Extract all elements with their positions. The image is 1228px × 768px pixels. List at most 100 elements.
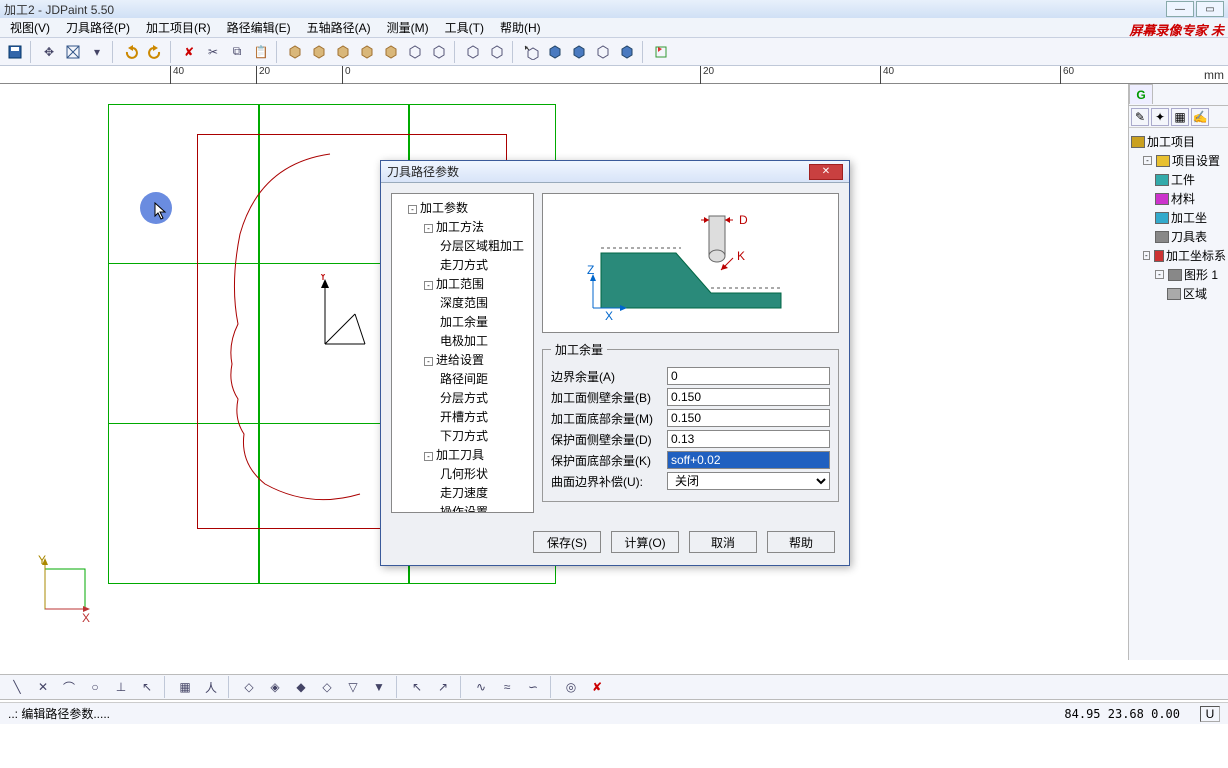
wirebox2-icon[interactable] — [428, 41, 450, 63]
calculate-button[interactable]: 计算(O) — [611, 531, 679, 553]
delete-icon[interactable]: ✘ — [178, 41, 200, 63]
bt-target-icon[interactable]: ◎ — [560, 676, 582, 698]
tree-node[interactable]: 材料 — [1131, 189, 1226, 208]
dialog-tree-node[interactable]: 深度范围 — [396, 293, 529, 312]
bt-cursor2-icon[interactable]: ↗ — [432, 676, 454, 698]
wirebox1-icon[interactable] — [404, 41, 426, 63]
menu-pathedit[interactable]: 路径编辑(E) — [221, 17, 297, 38]
menu-view[interactable]: 视图(V) — [4, 17, 56, 38]
dialog-tree-node[interactable]: -进给设置 — [396, 350, 529, 369]
input-sidewall-b[interactable] — [667, 388, 830, 406]
bt-line-icon[interactable]: ╲ — [6, 676, 28, 698]
dialog-tree-node[interactable]: -加工方法 — [396, 217, 529, 236]
bt-path2-icon[interactable]: ≈ — [496, 676, 518, 698]
bt-diamond3-icon[interactable]: ◆ — [290, 676, 312, 698]
dialog-tree-node[interactable]: -加工刀具 — [396, 445, 529, 464]
box2-icon[interactable] — [308, 41, 330, 63]
dialog-tree-node[interactable]: -加工参数 — [396, 198, 529, 217]
bt-diamond1-icon[interactable]: ◇ — [238, 676, 260, 698]
save-icon[interactable] — [4, 41, 26, 63]
dialog-tree-node[interactable]: 操作设置 — [396, 502, 529, 513]
dialog-tree-node[interactable]: 走刀方式 — [396, 255, 529, 274]
solidbox2-icon[interactable] — [568, 41, 590, 63]
dialog-tree-node[interactable]: 开槽方式 — [396, 407, 529, 426]
cancel-button[interactable]: 取消 — [689, 531, 757, 553]
menu-toolpath[interactable]: 刀具路径(P) — [60, 17, 136, 38]
dialog-tree-node[interactable]: -加工范围 — [396, 274, 529, 293]
box1-icon[interactable] — [284, 41, 306, 63]
bt-arc-icon[interactable]: ⌒ — [58, 676, 80, 698]
select-curve-comp-u[interactable]: 关闭 — [667, 472, 830, 490]
box5-icon[interactable] — [380, 41, 402, 63]
side-tool-2[interactable]: ✦ — [1151, 108, 1169, 126]
input-protect-side-d[interactable] — [667, 430, 830, 448]
help-button[interactable]: 帮助 — [767, 531, 835, 553]
menu-5axis[interactable]: 五轴路径(A) — [301, 17, 377, 38]
undo-icon[interactable] — [120, 41, 142, 63]
menu-project[interactable]: 加工项目(R) — [140, 17, 217, 38]
wirebox3-icon[interactable] — [462, 41, 484, 63]
dialog-tree[interactable]: -加工参数-加工方法分层区域粗加工走刀方式-加工范围深度范围加工余量电极加工-进… — [391, 193, 534, 513]
save-button[interactable]: 保存(S) — [533, 531, 601, 553]
bt-diamond4-icon[interactable]: ◇ — [316, 676, 338, 698]
input-protect-bottom-k[interactable] — [667, 451, 830, 469]
bt-delete-icon[interactable]: ✘ — [586, 676, 608, 698]
cut-icon[interactable]: ✂ — [202, 41, 224, 63]
menu-tools[interactable]: 工具(T) — [439, 17, 490, 38]
dialog-close-icon[interactable]: ✕ — [809, 164, 843, 180]
bt-diamond2-icon[interactable]: ◈ — [264, 676, 286, 698]
tree-node[interactable]: -图形 1 — [1131, 265, 1226, 284]
input-bottom-m[interactable] — [667, 409, 830, 427]
flag-icon[interactable] — [650, 41, 672, 63]
dialog-tree-node[interactable]: 加工余量 — [396, 312, 529, 331]
input-boundary-a[interactable] — [667, 367, 830, 385]
dialog-titlebar[interactable]: 刀具路径参数 ✕ — [381, 161, 849, 183]
tab-g[interactable]: G — [1129, 84, 1153, 104]
dialog-tree-node[interactable]: 路径间距 — [396, 369, 529, 388]
project-tree[interactable]: 加工项目-项目设置工件材料加工坐刀具表-加工坐标系-图形 1区域 — [1129, 128, 1228, 307]
solidbox3-icon[interactable] — [616, 41, 638, 63]
dialog-tree-node[interactable]: 走刀速度 — [396, 483, 529, 502]
tree-node[interactable]: 加工项目 — [1131, 132, 1226, 151]
maximize-button[interactable]: ▭ — [1196, 1, 1224, 17]
status-mode[interactable]: U — [1200, 706, 1220, 722]
dialog-tree-node[interactable]: 电极加工 — [396, 331, 529, 350]
move-icon[interactable]: ✥ — [38, 41, 60, 63]
bt-circle-icon[interactable]: ○ — [84, 676, 106, 698]
bt-cursor1-icon[interactable]: ↖ — [406, 676, 428, 698]
wirebox5-icon[interactable] — [592, 41, 614, 63]
dialog-tree-node[interactable]: 分层方式 — [396, 388, 529, 407]
bt-grid-icon[interactable]: ▦ — [174, 676, 196, 698]
side-tool-1[interactable]: ✎ — [1131, 108, 1149, 126]
paste-icon[interactable]: 📋 — [250, 41, 272, 63]
dropdown-icon[interactable]: ▾ — [86, 41, 108, 63]
bt-person-icon[interactable]: 人 — [200, 676, 222, 698]
tree-node[interactable]: 工件 — [1131, 170, 1226, 189]
arrow-box-icon[interactable] — [520, 41, 542, 63]
bt-cone-icon[interactable]: ▽ — [342, 676, 364, 698]
menu-measure[interactable]: 测量(M) — [381, 17, 435, 38]
tree-node[interactable]: 刀具表 — [1131, 227, 1226, 246]
box4-icon[interactable] — [356, 41, 378, 63]
wirebox4-icon[interactable] — [486, 41, 508, 63]
tree-node[interactable]: 加工坐 — [1131, 208, 1226, 227]
minimize-button[interactable]: — — [1166, 1, 1194, 17]
copy-icon[interactable]: ⧉ — [226, 41, 248, 63]
dialog-tree-node[interactable]: 几何形状 — [396, 464, 529, 483]
side-tool-3[interactable]: ▦ — [1171, 108, 1189, 126]
tree-node[interactable]: 区域 — [1131, 284, 1226, 303]
bt-cone2-icon[interactable]: ▼ — [368, 676, 390, 698]
box3-icon[interactable] — [332, 41, 354, 63]
redo-icon[interactable] — [144, 41, 166, 63]
dialog-tree-node[interactable]: 下刀方式 — [396, 426, 529, 445]
select-icon[interactable] — [62, 41, 84, 63]
menu-help[interactable]: 帮助(H) — [494, 17, 547, 38]
tree-node[interactable]: -加工坐标系 — [1131, 246, 1226, 265]
bt-path3-icon[interactable]: ∽ — [522, 676, 544, 698]
tree-node[interactable]: -项目设置 — [1131, 151, 1226, 170]
solidbox-icon[interactable] — [544, 41, 566, 63]
dialog-tree-node[interactable]: 分层区域粗加工 — [396, 236, 529, 255]
bt-tang-icon[interactable]: ↖ — [136, 676, 158, 698]
bt-perp-icon[interactable]: ⊥ — [110, 676, 132, 698]
bt-x-icon[interactable]: ✕ — [32, 676, 54, 698]
